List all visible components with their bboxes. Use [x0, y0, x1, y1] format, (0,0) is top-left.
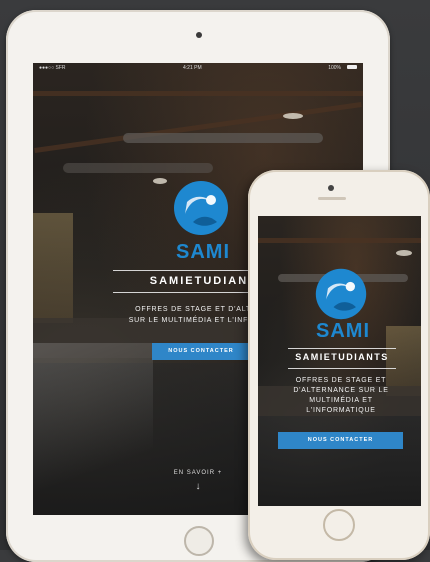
- arrow-down-icon[interactable]: ↓: [188, 481, 208, 492]
- ceiling-lamp: [283, 113, 303, 119]
- contact-button[interactable]: NOUS CONTACTER: [278, 432, 403, 449]
- tagline-line: D'ALTERNANCE SUR LE: [293, 387, 389, 394]
- logo-wordmark: SAMI: [176, 241, 230, 263]
- battery-percent: 100%: [328, 65, 341, 71]
- ceiling-beam: [258, 238, 421, 243]
- iphone-screen: SAMI SAMIETUDIANTS OFFRES DE STAGE ET D'…: [258, 216, 421, 506]
- iphone-camera: [328, 185, 334, 191]
- divider-top: [288, 348, 396, 349]
- iphone-device: SAMI SAMIETUDIANTS OFFRES DE STAGE ET D'…: [248, 170, 430, 560]
- ceiling-duct: [63, 163, 213, 173]
- tagline-line: L'INFORMATIQUE: [306, 407, 376, 414]
- tagline-line: MULTIMÉDIA ET: [309, 397, 373, 404]
- ceiling-lamp: [153, 178, 167, 184]
- sami-logo-icon: [315, 268, 367, 320]
- iphone-earpiece: [318, 197, 346, 200]
- learn-more-link[interactable]: EN SAVOIR +: [163, 470, 233, 476]
- clock: 4:21 PM: [183, 65, 202, 71]
- ipad-home-button[interactable]: [184, 526, 214, 556]
- contact-button[interactable]: NOUS CONTACTER: [152, 343, 250, 360]
- office-floor: [258, 416, 421, 506]
- status-bar: ●●●○○ SFR 4:21 PM 100%: [33, 63, 363, 73]
- logo-wordmark: SAMI: [316, 320, 370, 342]
- office-window: [33, 213, 73, 323]
- divider-bottom: [288, 368, 396, 369]
- iphone-home-button[interactable]: [323, 509, 355, 541]
- carrier-label: ●●●○○ SFR: [39, 65, 66, 71]
- floor-reflection: [33, 343, 153, 515]
- ceiling-lamp: [396, 250, 412, 256]
- tagline-line: OFFRES DE STAGE ET: [295, 377, 387, 384]
- tagline: OFFRES DE STAGE ET D'ALTERNANCE SUR LE M…: [276, 376, 406, 416]
- ipad-camera: [196, 32, 202, 38]
- ceiling-beam: [33, 91, 363, 96]
- battery-icon: [347, 65, 357, 69]
- brand-title: SAMIETUDIANTS: [295, 352, 389, 362]
- ceiling-duct: [123, 133, 323, 143]
- ceiling-beam: [34, 102, 362, 153]
- sami-logo-icon: [174, 181, 228, 235]
